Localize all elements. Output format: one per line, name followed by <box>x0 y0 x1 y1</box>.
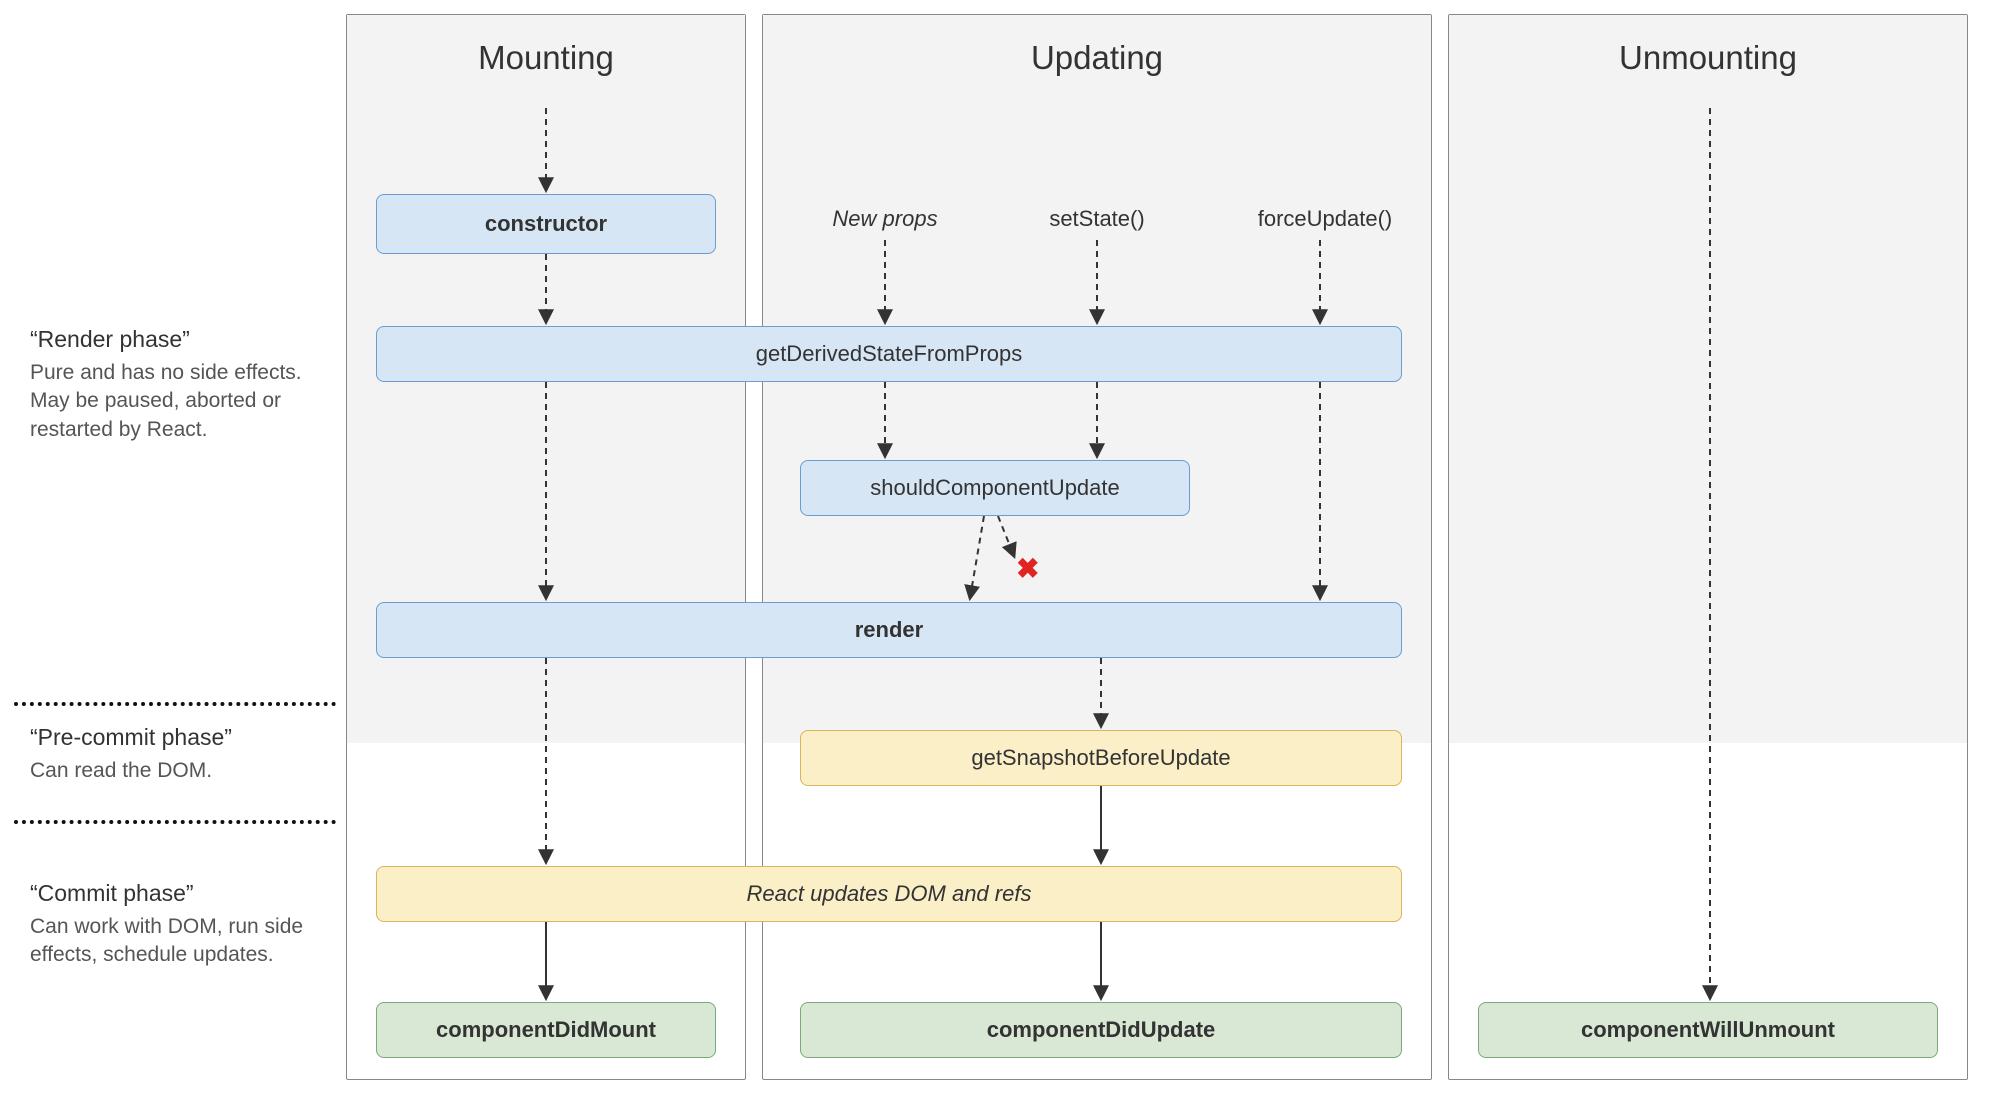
node-getsnapshotbeforeupdate[interactable]: getSnapshotBeforeUpdate <box>800 730 1402 786</box>
column-updating-title: Updating <box>763 39 1431 77</box>
divider-2 <box>14 820 336 824</box>
phase-render-desc: Pure and has no side effects. May be pau… <box>30 359 330 444</box>
phase-precommit-title: “Pre-commit phase” <box>30 724 330 751</box>
phase-commit-label: “Commit phase” Can work with DOM, run si… <box>30 880 330 970</box>
trigger-setstate: setState() <box>1032 206 1162 232</box>
node-shouldcomponentupdate[interactable]: shouldComponentUpdate <box>800 460 1190 516</box>
node-getderivedstatefromprops[interactable]: getDerivedStateFromProps <box>376 326 1402 382</box>
phase-render-title: “Render phase” <box>30 326 330 353</box>
phase-precommit-label: “Pre-commit phase” Can read the DOM. <box>30 724 330 785</box>
trigger-forceupdate: forceUpdate() <box>1245 206 1405 232</box>
column-unmounting: Unmounting <box>1448 14 1968 1080</box>
node-componentdidmount[interactable]: componentDidMount <box>376 1002 716 1058</box>
phase-commit-title: “Commit phase” <box>30 880 330 907</box>
trigger-new-props: New props <box>820 206 950 232</box>
node-render[interactable]: render <box>376 602 1402 658</box>
phase-commit-desc: Can work with DOM, run side effects, sch… <box>30 913 330 970</box>
divider-1 <box>14 702 336 706</box>
column-unmounting-title: Unmounting <box>1449 39 1967 77</box>
column-unmounting-shade <box>1449 15 1967 743</box>
node-constructor[interactable]: constructor <box>376 194 716 254</box>
phase-render-label: “Render phase” Pure and has no side effe… <box>30 326 330 444</box>
node-componentdidupdate[interactable]: componentDidUpdate <box>800 1002 1402 1058</box>
scu-false-icon: ✖ <box>1016 552 1039 585</box>
phase-precommit-desc: Can read the DOM. <box>30 757 330 785</box>
node-react-updates-dom: React updates DOM and refs <box>376 866 1402 922</box>
column-mounting-title: Mounting <box>347 39 745 77</box>
node-componentwillunmount[interactable]: componentWillUnmount <box>1478 1002 1938 1058</box>
lifecycle-diagram: “Render phase” Pure and has no side effe… <box>10 10 1970 1087</box>
